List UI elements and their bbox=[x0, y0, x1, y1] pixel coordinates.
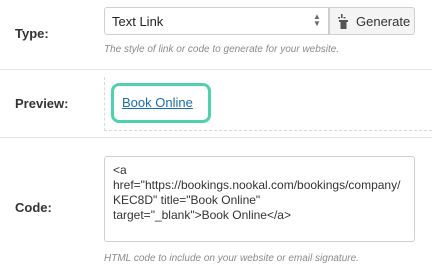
select-arrows-icon: ▲ ▼ bbox=[313, 12, 321, 28]
preview-area: Book Online bbox=[104, 77, 432, 131]
preview-row: Preview: Book Online bbox=[0, 69, 432, 137]
preview-label: Preview: bbox=[15, 96, 69, 111]
code-label: Code: bbox=[15, 200, 52, 215]
type-help-text: The style of link or code to generate fo… bbox=[104, 44, 340, 55]
code-help-text: HTML code to include on your website or … bbox=[104, 253, 359, 264]
type-row: Type: Text Link ▲ ▼ Generate The style of… bbox=[0, 0, 432, 69]
book-online-link[interactable]: Book Online bbox=[111, 83, 211, 123]
generate-label: Generate bbox=[356, 14, 411, 29]
type-select[interactable]: Text Link ▲ ▼ bbox=[104, 7, 329, 35]
generate-button[interactable]: Generate bbox=[329, 7, 415, 35]
magic-wand-icon bbox=[338, 14, 348, 29]
code-row: Code: <a href="https://bookings.nookal.c… bbox=[0, 137, 432, 273]
type-label: Type: bbox=[15, 26, 49, 41]
code-textarea[interactable]: <a href="https://bookings.nookal.com/boo… bbox=[104, 156, 415, 242]
type-select-value: Text Link bbox=[112, 14, 164, 29]
